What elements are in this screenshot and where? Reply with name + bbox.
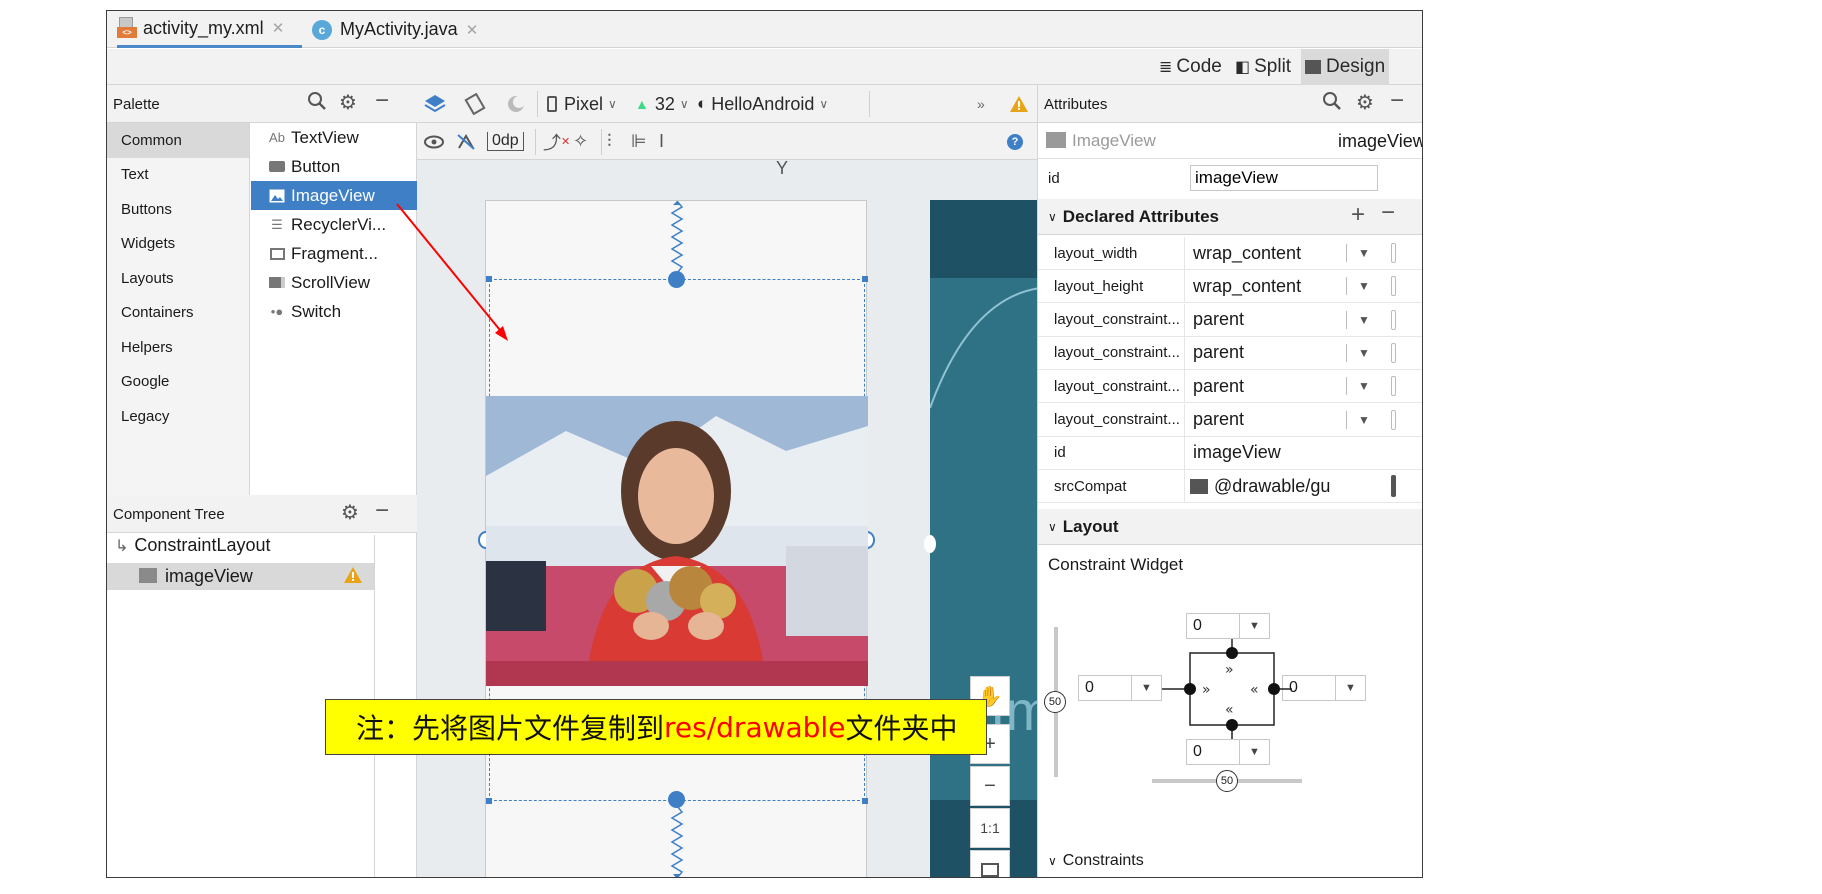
note-suffix: 文件夹中 [845, 712, 958, 745]
annotation-note: 注：先将图片文件复制到 res/drawable 文件夹中 [325, 699, 987, 755]
note-highlight: res/drawable [664, 710, 846, 744]
annotation-arrow [396, 203, 508, 341]
note-prefix: 注：先将图片文件复制到 [356, 712, 665, 745]
